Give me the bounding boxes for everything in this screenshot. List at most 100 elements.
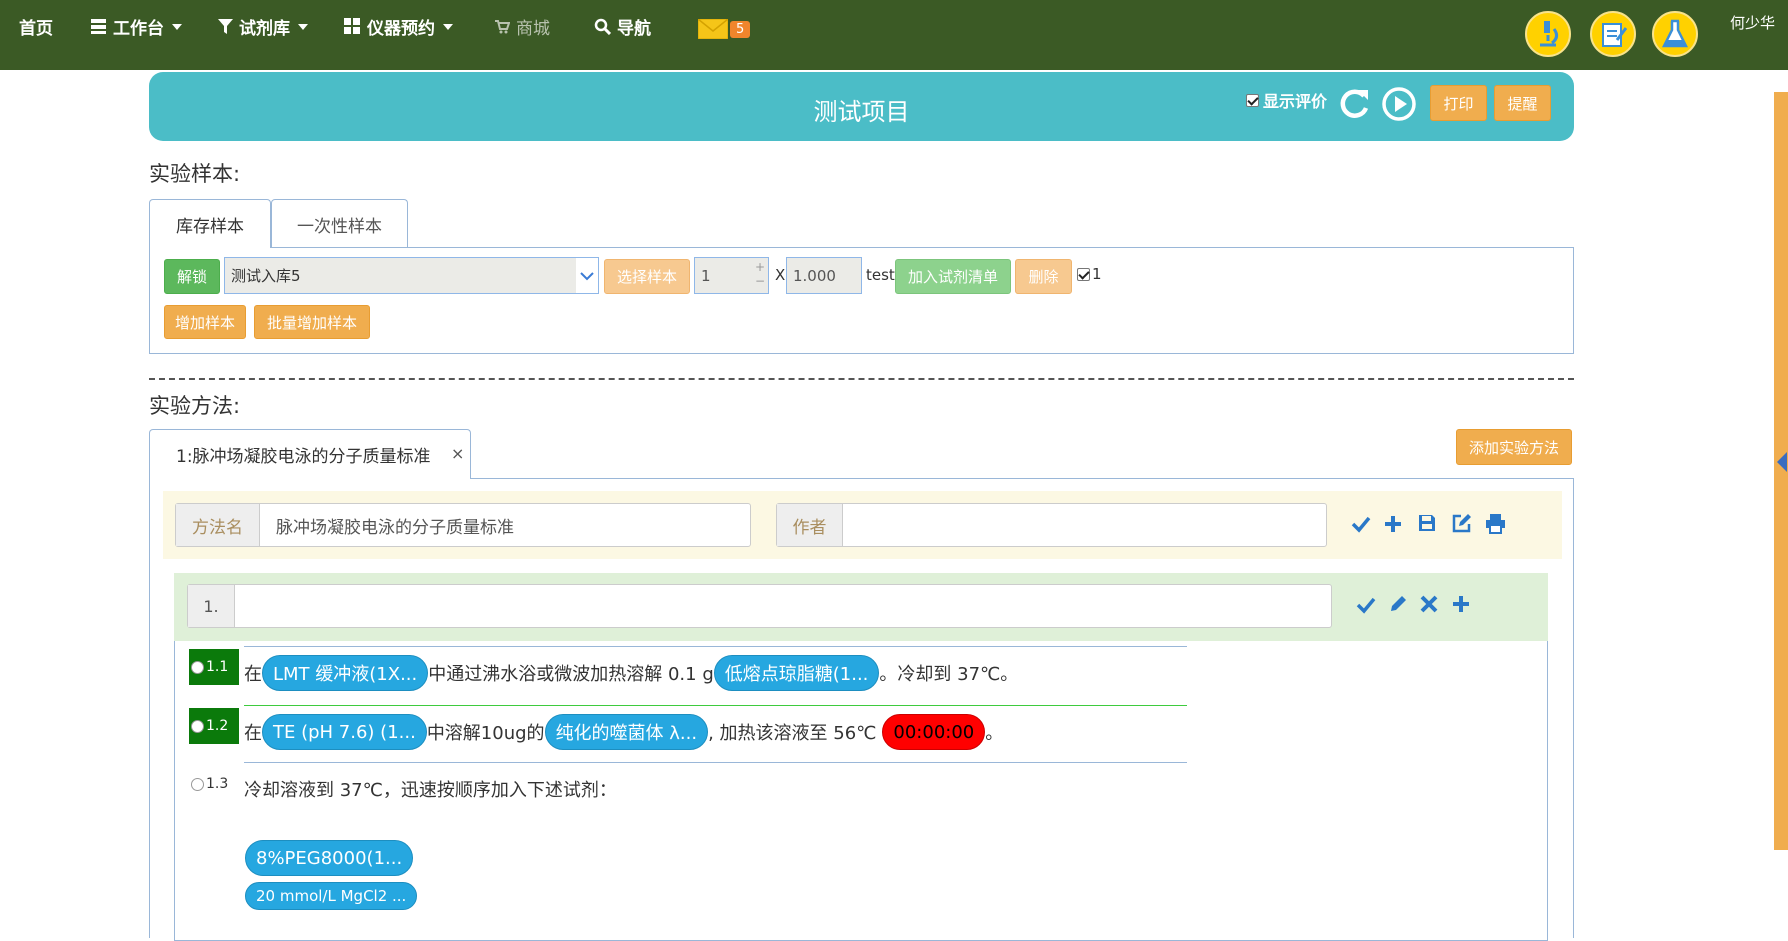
substep-1-3-text: 冷却溶液到 37℃，迅速按顺序加入下述试剂： bbox=[244, 776, 617, 802]
substep-num-label: 1.1 bbox=[206, 659, 229, 675]
substep-text-part: 。冷却到 37℃。 bbox=[879, 664, 1019, 685]
reagent-pill[interactable]: LMT 缓冲液(1X... bbox=[262, 655, 429, 691]
play-icon[interactable] bbox=[1381, 86, 1417, 122]
top-navbar: 首页 工作台 试剂库 仪器预约 商城 导航 5 何少华 bbox=[0, 0, 1788, 70]
substep-1-2-text: 在 TE (pH 7.6) (1... 中溶解10ug的 纯化的噬菌体 λ...… bbox=[244, 714, 1003, 750]
plus-icon[interactable] bbox=[1383, 514, 1403, 534]
print-button[interactable]: 打印 bbox=[1430, 85, 1487, 121]
author-field[interactable]: 作者 bbox=[776, 503, 1327, 547]
reagent-pill[interactable]: TE (pH 7.6) (1... bbox=[262, 714, 427, 750]
arrow-left-icon[interactable] bbox=[1777, 452, 1787, 472]
substep-text-part: 。 bbox=[985, 723, 1004, 744]
notepad-button[interactable] bbox=[1590, 11, 1636, 57]
sample-select[interactable]: 测试入库5 bbox=[224, 257, 599, 294]
delete-button[interactable]: 删除 bbox=[1015, 259, 1072, 294]
substep-1-1-text: 在 LMT 缓冲液(1X... 中通过沸水浴或微波加热溶解 0.1 g 低熔点琼… bbox=[244, 655, 1018, 691]
substep-text-part: 冷却溶液到 37℃，迅速按顺序加入下述试剂： bbox=[244, 780, 617, 801]
unlock-button[interactable]: 解锁 bbox=[164, 259, 220, 294]
add-sample-button[interactable]: 增加样本 bbox=[164, 305, 246, 339]
sample-checkbox[interactable] bbox=[1077, 267, 1090, 281]
reagent-list-item: 8%PEG8000(1... bbox=[245, 840, 414, 876]
check-icon[interactable] bbox=[1351, 514, 1371, 534]
list-icon bbox=[91, 19, 106, 34]
substep-divider bbox=[244, 762, 1187, 763]
grid-icon bbox=[344, 18, 360, 34]
reagent-pill[interactable]: 8%PEG8000(1... bbox=[245, 840, 414, 876]
substep-1-2-number[interactable]: 1.2 bbox=[189, 708, 239, 744]
show-eval-checkbox[interactable] bbox=[1246, 93, 1259, 107]
nav-reagents[interactable]: 试剂库 bbox=[218, 14, 308, 39]
mail-icon bbox=[698, 19, 728, 39]
substep-text-part: 在 bbox=[244, 723, 262, 744]
edit-icon[interactable] bbox=[1451, 513, 1472, 534]
stepper-arrows-icon[interactable]: + − bbox=[755, 260, 765, 288]
nav-workbench-label: 工作台 bbox=[113, 19, 164, 39]
step-1-field[interactable]: 1. bbox=[187, 584, 1332, 628]
substep-radio[interactable] bbox=[191, 719, 204, 733]
save-icon[interactable] bbox=[1417, 513, 1437, 533]
nav-navigation[interactable]: 导航 bbox=[594, 14, 651, 39]
method-name-label: 方法名 bbox=[176, 504, 260, 546]
tab-stock-sample[interactable]: 库存样本 bbox=[149, 199, 271, 248]
tab-disposable-sample[interactable]: 一次性样本 bbox=[271, 199, 408, 248]
nav-instruments-label: 仪器预约 bbox=[367, 19, 435, 39]
substep-radio[interactable] bbox=[191, 777, 204, 791]
substep-radio[interactable] bbox=[191, 660, 204, 674]
method-name-value: 脉冲场凝胶电泳的分子质量标准 bbox=[276, 517, 514, 538]
section-divider bbox=[149, 378, 1574, 380]
reagent-pill[interactable]: 低熔点琼脂糖(1... bbox=[713, 655, 880, 691]
caret-down-icon bbox=[172, 23, 182, 30]
nav-workbench[interactable]: 工作台 bbox=[90, 14, 182, 39]
add-method-button[interactable]: 添加实验方法 bbox=[1456, 429, 1572, 465]
refresh-icon[interactable] bbox=[1336, 86, 1372, 122]
cart-icon bbox=[495, 19, 510, 33]
show-eval-toggle[interactable]: 显示评价 bbox=[1246, 88, 1327, 112]
unit-label: test bbox=[866, 266, 895, 284]
close-icon[interactable] bbox=[1420, 595, 1438, 613]
remind-button[interactable]: 提醒 bbox=[1494, 85, 1551, 121]
pencil-icon[interactable] bbox=[1388, 594, 1408, 614]
check-icon[interactable] bbox=[1356, 595, 1376, 615]
substep-text-part: 中溶解10ug的 bbox=[426, 723, 545, 744]
microscope-button[interactable] bbox=[1525, 11, 1571, 57]
reagent-pill[interactable]: 纯化的噬菌体 λ... bbox=[544, 714, 709, 750]
tab-method-1[interactable]: 1:脉冲场凝胶电泳的分子质量标准 bbox=[149, 429, 471, 479]
author-value bbox=[843, 504, 1326, 546]
method-tab-label: 1:脉冲场凝胶电泳的分子质量标准 bbox=[176, 447, 431, 467]
substep-1-1-number[interactable]: 1.1 bbox=[189, 649, 239, 685]
nav-navigation-label: 导航 bbox=[617, 19, 651, 39]
times-sign: X bbox=[775, 266, 786, 284]
amount-input[interactable]: 1.000 bbox=[786, 257, 862, 294]
substep-1-3-number[interactable]: 1.3 bbox=[189, 766, 239, 802]
reagent-list-item: 20 mmol/L MgCl2 ... bbox=[245, 882, 418, 910]
samples-section-label: 实验样本: bbox=[149, 162, 241, 186]
nav-home-label: 首页 bbox=[19, 19, 53, 39]
show-eval-label: 显示评价 bbox=[1263, 92, 1328, 111]
timer-pill[interactable]: 00:00:00 bbox=[882, 714, 986, 750]
author-label: 作者 bbox=[777, 504, 843, 546]
quantity-stepper[interactable]: 1 + − bbox=[694, 257, 769, 294]
flask-button[interactable] bbox=[1652, 11, 1698, 57]
nav-home[interactable]: 首页 bbox=[19, 14, 53, 39]
sample-check[interactable]: 1 bbox=[1077, 265, 1102, 283]
username[interactable]: 何少华 bbox=[1730, 12, 1775, 33]
nav-mall[interactable]: 商城 bbox=[494, 14, 550, 39]
close-icon[interactable]: × bbox=[451, 444, 464, 463]
print-icon[interactable] bbox=[1485, 513, 1506, 534]
filter-icon bbox=[218, 19, 233, 34]
nav-mail[interactable]: 5 bbox=[698, 19, 751, 39]
substep-text-part: 在 bbox=[244, 664, 262, 685]
substep-text-part: 中通过沸水浴或微波加热溶解 0.1 g bbox=[428, 664, 714, 685]
nav-instruments[interactable]: 仪器预约 bbox=[344, 14, 453, 39]
reagent-pill[interactable]: 20 mmol/L MgCl2 ... bbox=[245, 882, 418, 910]
add-to-list-button[interactable]: 加入试剂清单 bbox=[895, 259, 1011, 294]
plus-icon[interactable] bbox=[1451, 594, 1471, 614]
batch-add-sample-button[interactable]: 批量增加样本 bbox=[254, 305, 370, 339]
notepad-icon bbox=[1602, 23, 1627, 47]
sample-select-value: 测试入库5 bbox=[231, 267, 301, 285]
substep-divider bbox=[244, 705, 1187, 706]
choose-sample-button[interactable]: 选择样本 bbox=[604, 259, 690, 294]
method-name-field[interactable]: 方法名 脉冲场凝胶电泳的分子质量标准 bbox=[175, 503, 751, 547]
step-1-value bbox=[235, 585, 1331, 627]
microscope-icon bbox=[1540, 21, 1559, 47]
